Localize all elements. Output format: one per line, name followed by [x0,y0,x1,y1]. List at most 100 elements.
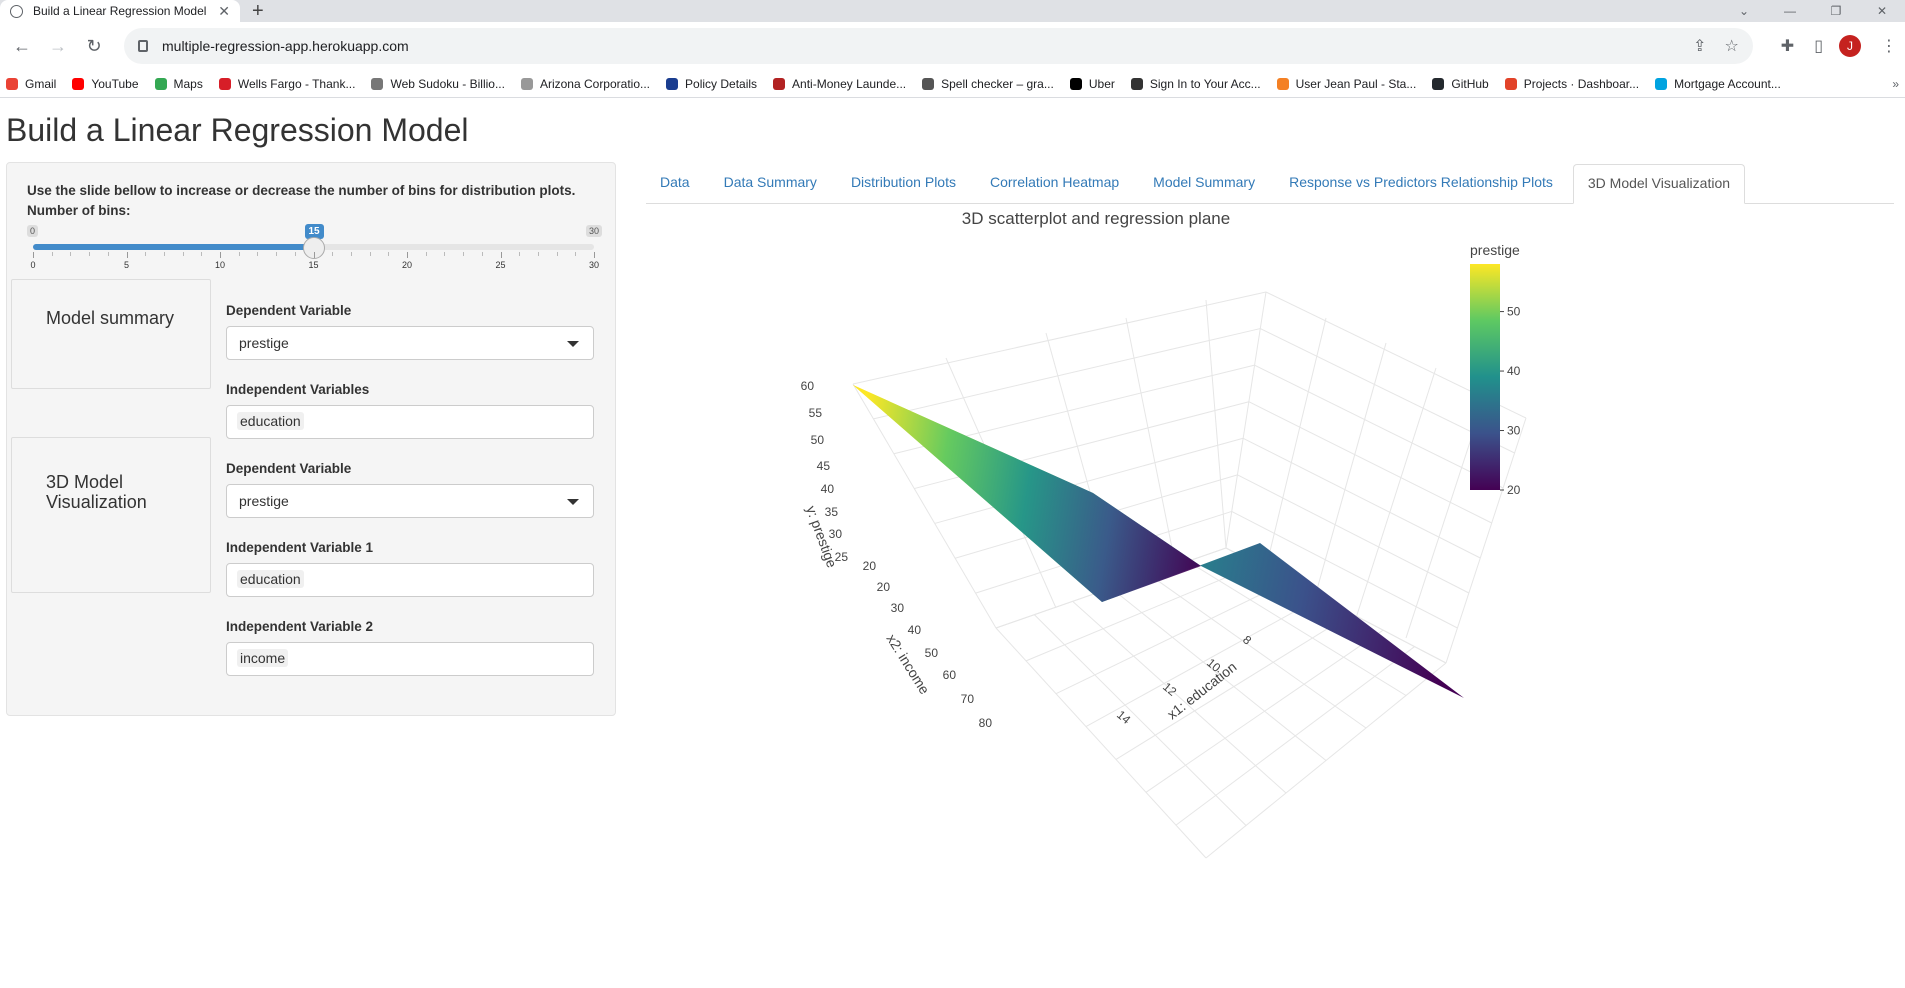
browser-tabstrip: Build a Linear Regression Model ✕ + ⌄ — … [0,0,1905,22]
bookmark-star-icon[interactable]: ☆ [1724,36,1738,56]
extensions-icon[interactable]: ✚ [1781,36,1794,56]
bookmark-item[interactable]: YouTube [72,77,139,91]
grid-line [1248,401,1492,524]
bookmark-item[interactable]: Uber [1069,76,1115,91]
bookmark-favicon-icon [6,77,18,90]
bins-slider[interactable]: 0 30 15 0 5 10 15 20 25 30 [27,224,602,275]
bookmark-item[interactable]: Policy Details [666,77,757,91]
bookmark-favicon-icon [1504,77,1517,90]
dependent-variable-select[interactable]: prestige [226,326,594,360]
slider-tick [238,252,240,256]
bookmark-item[interactable]: Wells Fargo - Thank... [218,77,355,91]
tab-distribution-plots[interactable]: Distribution Plots [837,164,970,203]
bookmark-item[interactable]: Arizona Corporatio... [520,77,650,91]
slider-tick [51,252,53,256]
bookmark-label: User Jean Paul - Sta... [1295,76,1417,91]
independent-variables-label: Independent Variables [226,382,370,397]
bookmark-item[interactable]: Gmail [6,77,56,91]
independent-variable-tag[interactable]: education [237,412,304,430]
independent-variable-1-tag[interactable]: education [237,570,304,588]
side-panel-icon[interactable]: ▯ [1814,36,1823,56]
bookmark-favicon-icon [1432,77,1445,90]
bookmark-item[interactable]: User Jean Paul - Sta... [1276,76,1417,91]
url-text[interactable]: multiple-regression-app.herokuapp.com [162,38,1675,54]
slider-tick [556,252,558,256]
slider-tick [145,252,147,256]
independent-variable-1-label: Independent Variable 1 [226,540,374,555]
slider-tick-label: 30 [588,260,600,270]
tab-data[interactable]: Data [646,164,704,203]
bookmark-item[interactable]: Spell checker – gra... [922,77,1054,91]
tab-3d-model-visualization[interactable]: 3D Model Visualization [1572,164,1746,204]
independent-variable-2-input[interactable]: income [226,642,594,676]
tab-correlation-heatmap[interactable]: Correlation Heatmap [976,164,1133,203]
bookmark-favicon-icon [218,77,231,90]
tab-response-vs-predictors-relationship-plots[interactable]: Response vs Predictors Relationship Plot… [1275,164,1567,203]
minimize-icon[interactable]: — [1767,4,1813,18]
independent-variable-1-input[interactable]: education [226,563,594,597]
chevron-down-icon [567,341,579,347]
slider-tick [407,252,408,258]
close-tab-icon[interactable]: ✕ [218,3,230,20]
bookmark-item[interactable]: GitHub [1432,77,1489,91]
browser-tab-title: Build a Linear Regression Model [33,4,207,18]
forward-icon[interactable]: → [44,36,72,57]
bookmarks-more-icon[interactable]: » [1892,77,1899,91]
address-bar[interactable]: multiple-regression-app.herokuapp.com ⇪ … [124,28,1753,64]
slider-tick [481,252,483,256]
new-tab-button[interactable]: + [252,0,264,22]
bookmark-favicon-icon [666,77,679,90]
x2-tick-label: 60 [943,668,957,682]
tab-search-icon[interactable]: ⌄ [1721,4,1767,18]
restore-icon[interactable]: ❐ [1813,4,1859,18]
back-icon[interactable]: ← [8,36,36,57]
slider-fill [33,244,314,250]
model-visualization-card-label-1: 3D Model [46,472,124,492]
independent-variables-input[interactable]: education [226,405,594,439]
page-title: Build a Linear Regression Model [6,112,469,148]
bookmark-item[interactable]: Sign In to Your Acc... [1130,77,1261,91]
browser-tab[interactable]: Build a Linear Regression Model ✕ [0,0,240,22]
slider-max-label: 30 [585,225,602,237]
bookmark-item[interactable]: Maps [154,77,203,91]
3d-surface-chart[interactable]: 3D scatterplot and regression plane 60 55 5… [646,208,1894,988]
slider-instruction: Use the slide bellow to increase or decr… [27,183,576,198]
bookmark-label: Projects · Dashboar... [1523,76,1640,91]
share-icon[interactable]: ⇪ [1693,36,1706,56]
viz-dependent-variable-value: prestige [239,493,289,509]
grid-line [1265,317,1327,569]
independent-variable-2-tag[interactable]: income [237,649,289,667]
bookmark-favicon-icon [1276,77,1289,90]
menu-icon[interactable]: ⋮ [1881,36,1897,56]
x2-tick-label: 70 [961,692,975,706]
slider-tick [107,252,109,256]
bookmark-item[interactable]: Projects · Dashboar... [1504,76,1640,91]
main-tabs: Data Data Summary Distribution Plots Correl… [646,164,1894,204]
plot-area[interactable]: 3D scatterplot and regression plane 60 55 5… [646,208,1894,988]
avatar[interactable]: J [1839,35,1861,57]
slider-tick-label: 15 [308,260,319,270]
bookmark-label: Gmail [25,76,57,91]
viz-dependent-variable-select[interactable]: prestige [226,484,594,518]
close-window-icon[interactable]: ✕ [1859,4,1905,18]
slider-tick [444,252,446,256]
slider-tick [126,252,128,258]
slider-tick [33,252,34,258]
bookmark-label: Uber [1088,76,1115,91]
bookmark-item[interactable]: Anti-Money Launde... [773,77,906,91]
slider-min-label: 0 [27,225,39,237]
app-page: Build a Linear Regression Model Use the … [0,98,1905,988]
bookmark-label: Mortgage Account... [1674,76,1781,91]
tab-model-summary[interactable]: Model Summary [1139,164,1269,203]
model-visualization-card-label-2: Visualization [46,492,147,512]
bookmark-label: Policy Details [685,76,758,91]
slider-tick-label: 0 [30,260,36,270]
slider-tick [369,252,371,256]
slider-tick [313,252,315,258]
bookmark-item[interactable]: Mortgage Account... [1655,77,1781,91]
slider-tick [201,252,203,256]
reload-icon[interactable]: ↻ [80,36,108,57]
bookmark-favicon-icon [922,77,935,90]
bookmark-item[interactable]: Web Sudoku - Billio... [371,77,505,91]
tab-data-summary[interactable]: Data Summary [710,164,831,203]
